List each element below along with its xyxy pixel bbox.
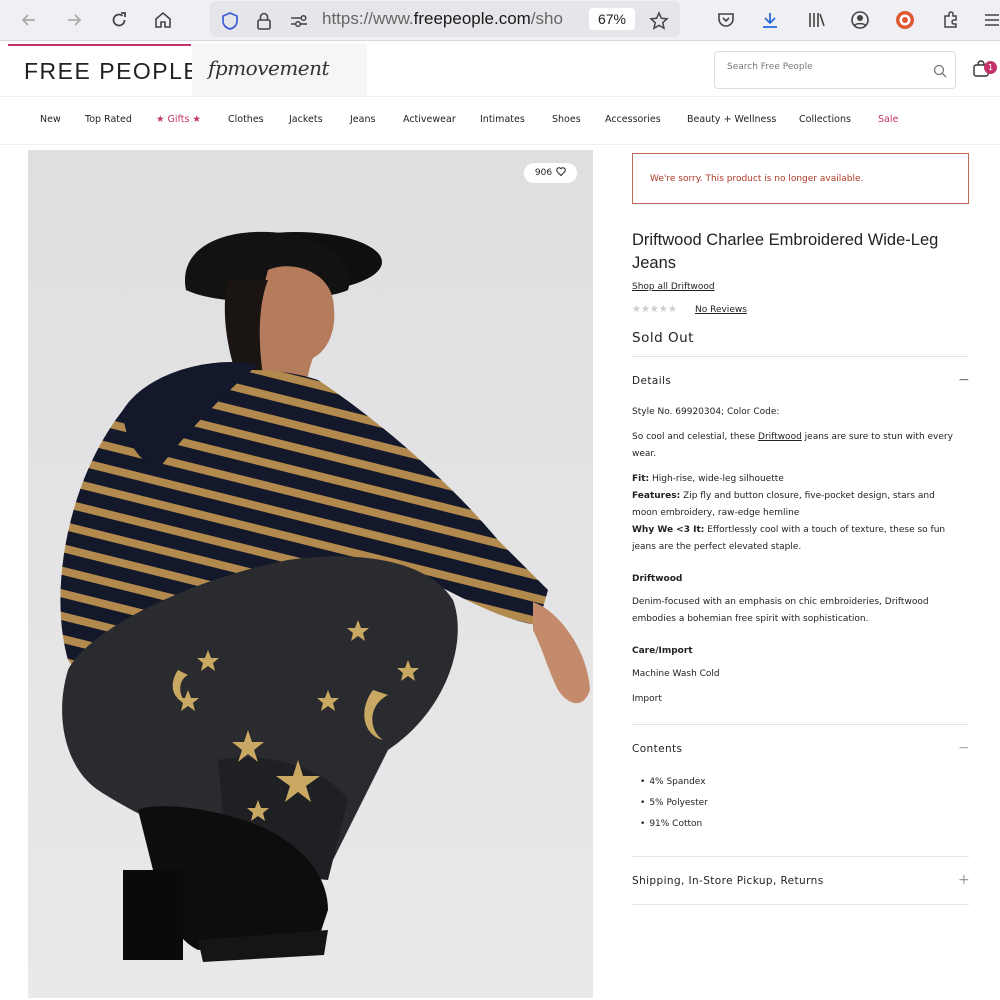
free-people-logo: FREE PEOPLE bbox=[24, 58, 201, 84]
brand-heading: Driftwood bbox=[632, 574, 683, 584]
shield-icon[interactable] bbox=[216, 7, 244, 35]
rating-stars: ★★★★★ bbox=[632, 304, 677, 315]
nav-item-jeans[interactable]: Jeans bbox=[350, 114, 375, 125]
shipping-heading[interactable]: Shipping, In-Store Pickup, Returns bbox=[632, 875, 824, 887]
back-icon[interactable] bbox=[15, 6, 43, 34]
forward-icon[interactable] bbox=[60, 6, 88, 34]
sold-out-status: Sold Out bbox=[632, 330, 694, 346]
care-import: Import bbox=[632, 694, 662, 704]
product-image[interactable] bbox=[28, 150, 593, 998]
nav-item-activewear[interactable]: Activewear bbox=[403, 114, 456, 125]
reviews-link[interactable]: No Reviews bbox=[695, 305, 747, 315]
nav-item-intimates[interactable]: Intimates bbox=[480, 114, 525, 125]
nav-item-sale[interactable]: Sale bbox=[878, 114, 898, 125]
like-button[interactable]: 906 bbox=[524, 163, 577, 183]
free-people-logo-link[interactable]: FREE PEOPLE bbox=[8, 44, 199, 96]
fp-movement-logo: fpmovement bbox=[208, 56, 330, 80]
bag-count-badge: 1 bbox=[984, 61, 997, 74]
zoom-level-badge[interactable]: 67% bbox=[589, 8, 635, 30]
nav-item-collections[interactable]: Collections bbox=[799, 114, 851, 125]
home-icon[interactable] bbox=[149, 6, 177, 34]
brand-description: Denim-focused with an emphasis on chic e… bbox=[632, 597, 929, 624]
divider bbox=[632, 724, 969, 725]
extensions-icon[interactable] bbox=[937, 6, 965, 34]
downloads-icon[interactable] bbox=[756, 6, 784, 34]
browser-toolbar: https://www.freepeople.com/sho 67% bbox=[0, 0, 1000, 41]
lock-icon[interactable] bbox=[250, 7, 278, 35]
contents-item: 91% Cotton bbox=[640, 819, 702, 829]
nav-item-clothes[interactable]: Clothes bbox=[228, 114, 264, 125]
divider bbox=[632, 856, 969, 857]
style-number: Style No. 69920304; Color Code: bbox=[632, 407, 780, 417]
nav-item-beauty-wellness[interactable]: Beauty + Wellness bbox=[687, 114, 776, 125]
contents-collapse-icon[interactable]: − bbox=[958, 741, 970, 755]
nav-item-accessories[interactable]: Accessories bbox=[605, 114, 661, 125]
nav-item-top-rated[interactable]: Top Rated bbox=[85, 114, 132, 125]
shop-all-brand-link[interactable]: Shop all Driftwood bbox=[632, 282, 715, 292]
nav-item-gifts[interactable]: ★ Gifts ★ bbox=[156, 114, 201, 125]
menu-icon[interactable] bbox=[978, 6, 1000, 34]
main-nav: New Top Rated ★ Gifts ★ Clothes Jackets … bbox=[0, 97, 1000, 145]
nav-item-new[interactable]: New bbox=[40, 114, 61, 125]
bookmark-star-icon[interactable] bbox=[645, 7, 673, 35]
divider bbox=[632, 356, 969, 357]
shipping-expand-icon[interactable]: + bbox=[958, 873, 970, 887]
contents-item: 5% Polyester bbox=[640, 798, 708, 808]
pocket-icon[interactable] bbox=[712, 6, 740, 34]
product-specs: Fit: High-rise, wide-leg silhouette Feat… bbox=[632, 474, 946, 552]
url-text[interactable]: https://www.freepeople.com/sho bbox=[322, 9, 582, 29]
heart-icon bbox=[556, 167, 566, 179]
account-icon[interactable] bbox=[846, 6, 874, 34]
driftwood-inline-link[interactable]: Driftwood bbox=[758, 432, 802, 442]
details-collapse-icon[interactable]: − bbox=[958, 373, 970, 387]
library-icon[interactable] bbox=[803, 6, 831, 34]
care-heading: Care/Import bbox=[632, 646, 693, 656]
nav-item-jackets[interactable]: Jackets bbox=[289, 114, 323, 125]
search-icon[interactable] bbox=[933, 63, 947, 82]
contents-heading[interactable]: Contents bbox=[632, 743, 682, 755]
product-intro: So cool and celestial, these Driftwood j… bbox=[632, 432, 953, 459]
details-heading[interactable]: Details bbox=[632, 375, 671, 387]
url-bar[interactable]: https://www.freepeople.com/sho 67% bbox=[210, 1, 680, 37]
search-input[interactable] bbox=[727, 62, 917, 72]
reload-icon[interactable] bbox=[105, 6, 133, 34]
unavailable-notice: We're sorry. This product is no longer a… bbox=[632, 153, 969, 204]
contents-item: 4% Spandex bbox=[640, 777, 705, 787]
fp-movement-link[interactable]: fpmovement bbox=[192, 44, 367, 96]
product-title: Driftwood Charlee Embroidered Wide-Leg J… bbox=[632, 231, 939, 272]
search-box bbox=[714, 51, 956, 89]
divider bbox=[632, 904, 969, 905]
care-wash: Machine Wash Cold bbox=[632, 669, 720, 679]
unavailable-notice-text: We're sorry. This product is no longer a… bbox=[650, 174, 864, 184]
like-count: 906 bbox=[534, 168, 553, 178]
duckduckgo-icon[interactable] bbox=[891, 6, 919, 34]
site-permissions-icon[interactable] bbox=[285, 7, 313, 35]
site-header: FREE PEOPLE fpmovement bbox=[0, 44, 1000, 97]
nav-item-shoes[interactable]: Shoes bbox=[552, 114, 581, 125]
